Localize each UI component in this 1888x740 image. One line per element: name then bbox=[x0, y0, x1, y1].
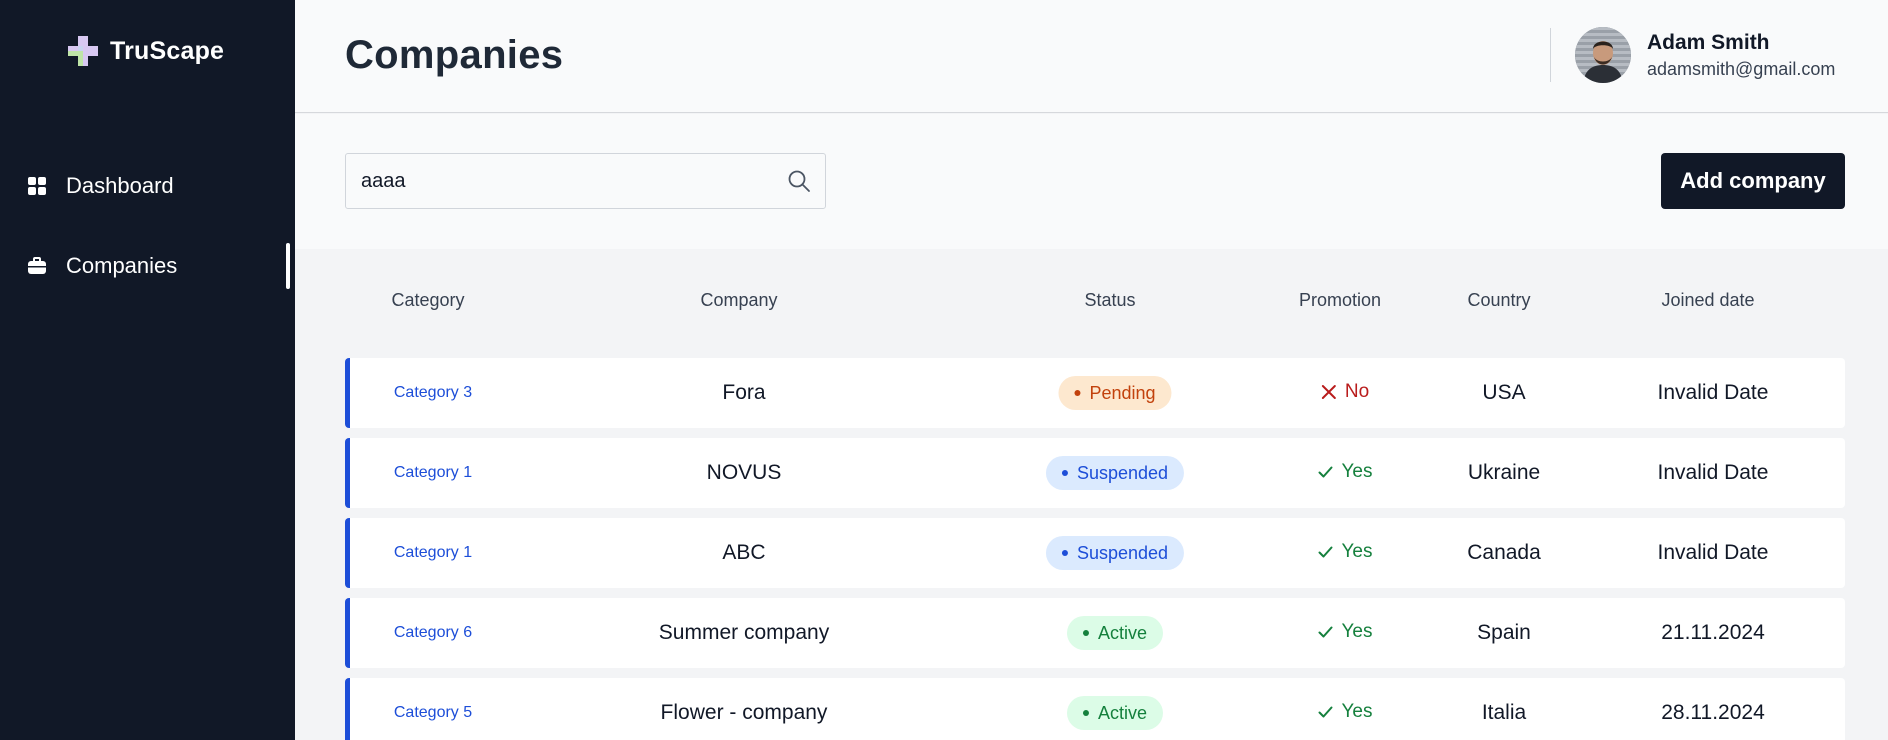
promotion-yes: Yes bbox=[1318, 701, 1373, 723]
avatar[interactable] bbox=[1575, 27, 1631, 83]
status-label: Active bbox=[1097, 702, 1148, 723]
country: Canada bbox=[1467, 541, 1541, 564]
sidebar-item-companies[interactable]: Companies bbox=[0, 243, 295, 289]
companies-table: Category 3 Fora Pending No USA Invalid D… bbox=[345, 358, 1845, 740]
promotion-no: No bbox=[1321, 381, 1369, 403]
category-link[interactable]: Category 5 bbox=[394, 704, 472, 722]
promotion-label: Yes bbox=[1341, 461, 1373, 482]
status-dot-icon bbox=[1082, 710, 1089, 716]
status-badge: Active bbox=[1066, 696, 1164, 730]
brand-name: TruScape bbox=[110, 36, 225, 65]
joined-date: Invalid Date bbox=[1657, 461, 1769, 484]
table-row[interactable]: Category 1 NOVUS Suspended Yes Ukraine I… bbox=[345, 438, 1845, 508]
sidebar-item-label: Dashboard bbox=[66, 173, 174, 198]
close-x-icon bbox=[1321, 385, 1336, 399]
brand-logo[interactable]: TruScape bbox=[68, 36, 224, 66]
checkmark-icon bbox=[1318, 626, 1333, 638]
sidebar: TruScape Dashboard Companies bbox=[0, 0, 295, 740]
table-row[interactable]: Category 5 Flower - company Active Yes I… bbox=[345, 678, 1845, 740]
column-header-country[interactable]: Country bbox=[1467, 290, 1530, 311]
company-name: Fora bbox=[722, 381, 766, 404]
checkmark-icon bbox=[1318, 466, 1333, 478]
user-name: Adam Smith bbox=[1647, 31, 1770, 54]
status-badge: Pending bbox=[1058, 376, 1172, 410]
joined-date: 28.11.2024 bbox=[1661, 701, 1765, 724]
status-label: Active bbox=[1097, 622, 1148, 643]
country: Ukraine bbox=[1467, 461, 1541, 484]
company-name: Summer company bbox=[658, 621, 830, 644]
promotion-label: Yes bbox=[1341, 541, 1373, 562]
briefcase-icon bbox=[28, 257, 46, 274]
promotion-value: No bbox=[1321, 381, 1369, 405]
user-email: adamsmith@gmail.com bbox=[1647, 59, 1836, 79]
status-dot-icon bbox=[1082, 630, 1089, 636]
joined-date: 21.11.2024 bbox=[1661, 621, 1765, 644]
promotion-yes: Yes bbox=[1318, 621, 1373, 643]
truscape-logo-icon bbox=[68, 36, 98, 66]
page-title: Companies bbox=[345, 33, 564, 77]
status-label: Suspended bbox=[1076, 462, 1169, 483]
country: USA bbox=[1482, 381, 1526, 404]
status-label: Suspended bbox=[1076, 542, 1169, 563]
search-box bbox=[345, 153, 826, 209]
category-link[interactable]: Category 3 bbox=[394, 384, 472, 402]
column-header-promotion[interactable]: Promotion bbox=[1299, 290, 1381, 311]
status-badge: Active bbox=[1066, 616, 1164, 650]
status-badge-pending: Pending bbox=[1058, 376, 1172, 410]
column-header-status[interactable]: Status bbox=[1084, 290, 1135, 311]
promotion-value: Yes bbox=[1318, 541, 1373, 565]
company-name: NOVUS bbox=[706, 461, 782, 484]
search-icon[interactable] bbox=[787, 169, 811, 193]
company-name: Flower - company bbox=[660, 701, 828, 724]
status-badge-active: Active bbox=[1066, 696, 1164, 730]
header-divider bbox=[1550, 28, 1551, 82]
column-header-company[interactable]: Company bbox=[700, 290, 777, 311]
promotion-label: Yes bbox=[1341, 701, 1373, 722]
status-label: Pending bbox=[1089, 382, 1156, 403]
country: Spain bbox=[1477, 621, 1531, 644]
table-row[interactable]: Category 6 Summer company Active Yes Spa… bbox=[345, 598, 1845, 668]
status-dot-icon bbox=[1061, 470, 1068, 476]
promotion-yes: Yes bbox=[1318, 541, 1373, 563]
category-link[interactable]: Category 6 bbox=[394, 624, 472, 642]
user-avatar-icon bbox=[1575, 27, 1631, 83]
promotion-label: No bbox=[1344, 381, 1370, 402]
column-header-joined-date[interactable]: Joined date bbox=[1661, 290, 1754, 311]
category-link[interactable]: Category 1 bbox=[394, 464, 472, 482]
promotion-label: Yes bbox=[1341, 621, 1373, 642]
table-row[interactable]: Category 1 ABC Suspended Yes Canada Inva… bbox=[345, 518, 1845, 588]
checkmark-icon bbox=[1318, 546, 1333, 558]
status-badge-active: Active bbox=[1066, 616, 1164, 650]
promotion-value: Yes bbox=[1318, 621, 1373, 645]
promotion-yes: Yes bbox=[1318, 461, 1373, 483]
status-badge: Suspended bbox=[1045, 456, 1185, 490]
page-header: Companies Adam Smith adamsmith@gmail.com bbox=[295, 0, 1888, 113]
toolbar: Add company bbox=[295, 114, 1888, 249]
status-dot-icon bbox=[1061, 550, 1068, 556]
sidebar-nav: Dashboard Companies bbox=[0, 163, 295, 323]
sidebar-item-label: Companies bbox=[66, 253, 178, 278]
table-row[interactable]: Category 3 Fora Pending No USA Invalid D… bbox=[345, 358, 1845, 428]
joined-date: Invalid Date bbox=[1657, 541, 1769, 564]
category-link[interactable]: Category 1 bbox=[394, 544, 472, 562]
sidebar-item-dashboard[interactable]: Dashboard bbox=[0, 163, 295, 209]
search-input[interactable] bbox=[346, 154, 766, 208]
promotion-value: Yes bbox=[1318, 461, 1373, 485]
dashboard-grid-icon bbox=[28, 177, 46, 195]
checkmark-icon bbox=[1318, 706, 1333, 718]
status-badge: Suspended bbox=[1045, 536, 1185, 570]
add-company-button[interactable]: Add company bbox=[1661, 153, 1845, 209]
joined-date: Invalid Date bbox=[1657, 381, 1769, 404]
status-badge-suspended: Suspended bbox=[1045, 456, 1185, 490]
status-dot-icon bbox=[1074, 390, 1081, 396]
company-name: ABC bbox=[722, 541, 766, 564]
status-badge-suspended: Suspended bbox=[1045, 536, 1185, 570]
column-header-category[interactable]: Category bbox=[391, 290, 464, 311]
country: Italia bbox=[1481, 701, 1527, 724]
promotion-value: Yes bbox=[1318, 701, 1373, 725]
table-header: Category Company Status Promotion Countr… bbox=[345, 290, 1845, 330]
